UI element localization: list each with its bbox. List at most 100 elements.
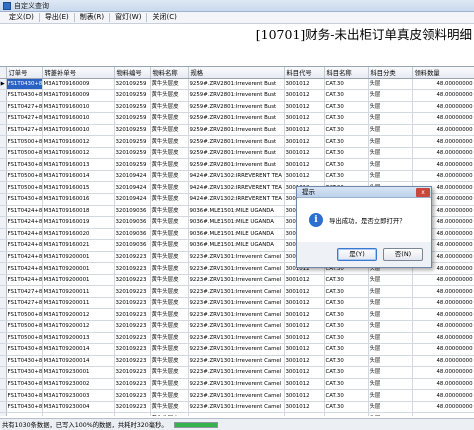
table-cell[interactable]: 48.00000000 — [412, 89, 474, 102]
table-cell[interactable]: FS1T0500+826796 — [6, 412, 43, 416]
table-cell[interactable]: CAT.30 — [324, 147, 369, 160]
table-cell[interactable]: 黄牛头层皮 — [150, 366, 189, 379]
table-cell[interactable]: 48.00000000 — [412, 308, 474, 321]
table-cell[interactable]: M3A1T09230002 — [42, 378, 115, 391]
table-cell[interactable]: 9223#.ZRV1301:Irreverent Camel — [188, 412, 285, 416]
table-cell[interactable]: 头层 — [368, 308, 413, 321]
table-cell[interactable]: 3001012 — [284, 78, 325, 91]
table-cell[interactable]: 320109223 — [114, 401, 151, 414]
table-cell[interactable]: 头层 — [368, 274, 413, 287]
table-cell[interactable]: M3A1T09200001 — [42, 251, 115, 264]
table-cell[interactable]: 3001012 — [284, 124, 325, 137]
table-cell[interactable]: 头层 — [368, 285, 413, 298]
table-cell[interactable]: M3A1T09160018 — [42, 205, 115, 218]
table-cell[interactable]: M3A1T09160012 — [42, 135, 115, 148]
table-cell[interactable]: CAT.30 — [324, 274, 369, 287]
table-cell[interactable]: 头层 — [368, 158, 413, 171]
table-cell[interactable]: CAT.30 — [324, 332, 369, 345]
table-cell[interactable]: 9223#.ZRV1301:Irreverent Camel — [188, 320, 285, 333]
table-cell[interactable]: 320109424 — [114, 193, 151, 206]
table-row[interactable]: ▶FS1T0430+824802M3A1T09160009320109259黄牛… — [0, 78, 474, 91]
table-cell[interactable]: 黄牛头层皮 — [150, 308, 189, 321]
table-cell[interactable]: FS1T0430+826802 — [6, 366, 43, 379]
table-cell[interactable]: 9259#.ZRV2801:Irreverent Bust — [188, 135, 285, 148]
table-cell[interactable]: 320109424 — [114, 170, 151, 183]
table-row[interactable]: FS1T0427+824798M3A1T09200011320109223黄牛头… — [0, 285, 474, 298]
table-cell[interactable]: 320109223 — [114, 378, 151, 391]
table-cell[interactable]: CAT.30 — [324, 112, 369, 125]
table-cell[interactable]: FS1T0427+824798 — [6, 297, 43, 310]
table-cell[interactable]: 320109259 — [114, 124, 151, 137]
table-cell[interactable]: 3001012 — [284, 355, 325, 368]
table-row[interactable]: FS1T0500+826796M3A1T09160012320109259黄牛头… — [0, 147, 474, 160]
column-header[interactable]: 物料编号 — [114, 67, 151, 79]
column-header[interactable]: 科目分类 — [368, 67, 413, 79]
table-cell[interactable]: FS1T0500+826796 — [6, 308, 43, 321]
table-cell[interactable]: CAT.30 — [324, 285, 369, 298]
table-cell[interactable]: 头层 — [368, 332, 413, 345]
table-cell[interactable]: 3001012 — [284, 389, 325, 402]
table-cell[interactable]: 头层 — [368, 170, 413, 183]
table-cell[interactable]: CAT.30 — [324, 320, 369, 333]
table-row[interactable]: FS1T0500+826796M3A1T09160014320109424黄牛头… — [0, 170, 474, 183]
table-cell[interactable]: 头层 — [368, 320, 413, 333]
table-cell[interactable]: 9223#.ZRV1301:Irreverent Camel — [188, 378, 285, 391]
table-cell[interactable]: 9223#.ZRV1301:Irreverent Camel — [188, 355, 285, 368]
table-cell[interactable]: M3A1T09160010 — [42, 124, 115, 137]
table-cell[interactable]: 黄牛头层皮 — [150, 251, 189, 264]
table-row[interactable]: FS1T0427+824798M3A1T09200011320109223黄牛头… — [0, 297, 474, 310]
table-cell[interactable]: 黄牛头层皮 — [150, 228, 189, 241]
table-row[interactable]: FS1T0500+826796M3A1T09160012320109259黄牛头… — [0, 135, 474, 148]
table-cell[interactable]: FS1T0430+826802 — [6, 193, 43, 206]
table-row[interactable]: FS1T0427+824798M3A1T09160010320109259黄牛头… — [0, 124, 474, 137]
table-cell[interactable]: 黄牛头层皮 — [150, 389, 189, 402]
table-cell[interactable]: 3001012 — [284, 112, 325, 125]
table-cell[interactable]: 48.00000000 — [412, 124, 474, 137]
table-cell[interactable]: FS1T0500+826796 — [6, 147, 43, 160]
column-header[interactable]: 规格 — [188, 67, 285, 79]
table-cell[interactable]: 头层 — [368, 389, 413, 402]
table-cell[interactable]: 黄牛头层皮 — [150, 181, 189, 194]
table-cell[interactable]: 3001012 — [284, 320, 325, 333]
table-cell[interactable]: M3A1T09200011 — [42, 285, 115, 298]
table-cell[interactable]: 320109036 — [114, 205, 151, 218]
table-cell[interactable]: 48.00000000 — [412, 389, 474, 402]
table-cell[interactable]: M3A1T09160010 — [42, 101, 115, 114]
table-cell[interactable]: CAT.30 — [324, 170, 369, 183]
table-cell[interactable]: 320109223 — [114, 262, 151, 275]
table-cell[interactable]: 黄牛头层皮 — [150, 378, 189, 391]
table-cell[interactable]: M3A1T09160009 — [42, 78, 115, 91]
table-cell[interactable]: CAT.30 — [324, 308, 369, 321]
table-cell[interactable]: 320109223 — [114, 366, 151, 379]
table-cell[interactable]: 48.00000000 — [412, 378, 474, 391]
table-cell[interactable]: FS1T0430+826802 — [6, 389, 43, 402]
table-cell[interactable]: CAT.30 — [324, 101, 369, 114]
table-cell[interactable]: 48.00000000 — [412, 355, 474, 368]
table-cell[interactable]: 3001012 — [284, 89, 325, 102]
menu-export[interactable]: 导出(E) — [40, 13, 75, 22]
table-cell[interactable]: FS1T0430+826802 — [6, 343, 43, 356]
menu-define[interactable]: 定义(D) — [4, 13, 40, 22]
table-cell[interactable]: 黄牛头层皮 — [150, 193, 189, 206]
table-row[interactable]: FS1T0427+824798M3A1T09160010320109259黄牛头… — [0, 112, 474, 125]
table-cell[interactable]: 头层 — [368, 401, 413, 414]
table-cell[interactable]: CAT.30 — [324, 412, 369, 416]
menu-close[interactable]: 关闭(C) — [147, 13, 181, 22]
table-cell[interactable]: FS1T0500+826796 — [6, 320, 43, 333]
table-cell[interactable]: 9259#.ZRV2801:Irreverent Bust — [188, 101, 285, 114]
table-cell[interactable]: 3001012 — [284, 332, 325, 345]
yes-button[interactable]: 是(Y) — [337, 248, 377, 261]
table-cell[interactable]: 3001012 — [284, 170, 325, 183]
table-cell[interactable]: 黄牛头层皮 — [150, 239, 189, 252]
table-cell[interactable]: FS1T0424+824514 — [6, 205, 43, 218]
table-cell[interactable]: 9259#.ZRV2801:Irreverent Bust — [188, 158, 285, 171]
table-cell[interactable]: M3A1T09200001 — [42, 274, 115, 287]
table-cell[interactable]: 320109223 — [114, 389, 151, 402]
table-cell[interactable]: M3A1T09160012 — [42, 147, 115, 160]
table-cell[interactable]: CAT.30 — [324, 78, 369, 91]
table-cell[interactable]: 黄牛头层皮 — [150, 332, 189, 345]
table-cell[interactable]: 9223#.ZRV1301:Irreverent Camel — [188, 366, 285, 379]
table-cell[interactable]: 黄牛头层皮 — [150, 89, 189, 102]
table-row[interactable]: FS1T0427+824798M3A1T09160010320109259黄牛头… — [0, 101, 474, 114]
table-cell[interactable]: 9259#.ZRV2801:Irreverent Bust — [188, 124, 285, 137]
